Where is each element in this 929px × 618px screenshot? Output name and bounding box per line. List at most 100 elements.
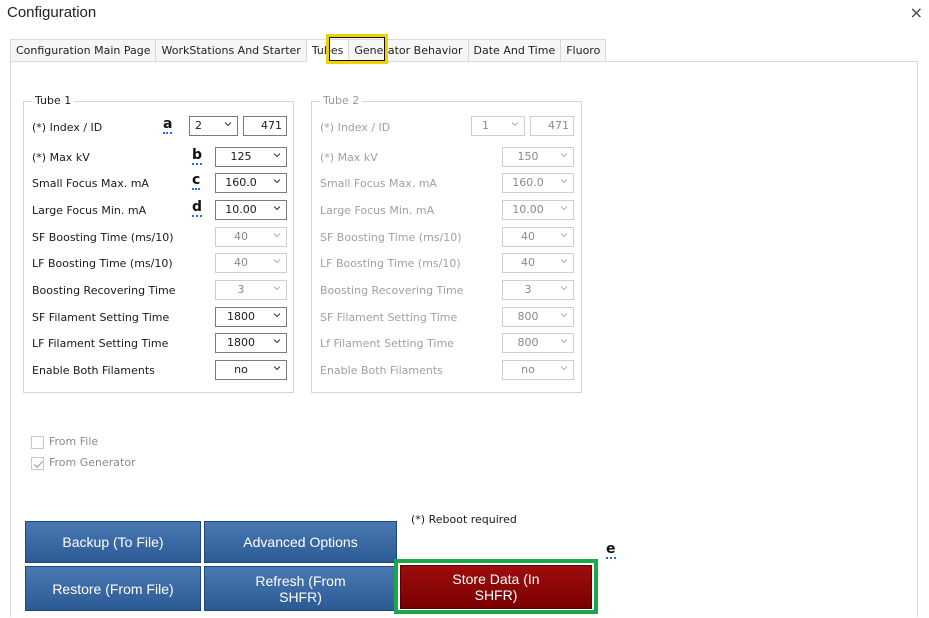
tube1-small-focus-label: Small Focus Max. mA: [32, 177, 149, 190]
tube1-index-select[interactable]: 2: [189, 116, 238, 136]
store-data-in-shfr-button[interactable]: Store Data (In SHFR): [400, 565, 592, 609]
tab-date-and-time[interactable]: Date And Time: [467, 39, 562, 62]
tube1-title: Tube 1: [32, 94, 75, 107]
tube1-sf-boosting-label: SF Boosting Time (ms/10): [32, 231, 174, 244]
chevron-down-icon: [224, 122, 232, 127]
tube1-boosting-recovering-select[interactable]: 3: [215, 280, 287, 300]
tube2-lf-filament-select[interactable]: 800: [502, 333, 574, 353]
tube1-large-focus-value: 10.00: [225, 203, 257, 216]
tube2-sf-filament-select[interactable]: 800: [502, 307, 574, 327]
tube1-enable-both-value: no: [234, 363, 248, 376]
chevron-down-icon: [560, 366, 568, 371]
tube2-enable-both-select[interactable]: no: [502, 360, 574, 380]
chevron-down-icon: [273, 259, 281, 264]
tube2-lf-boosting-select[interactable]: 40: [502, 253, 574, 273]
tube1-lf-filament-value: 1800: [227, 336, 255, 349]
chevron-down-icon: [560, 339, 568, 344]
chevron-down-icon: [273, 366, 281, 371]
marker-a: a: [163, 116, 173, 134]
tube2-sf-boosting-value: 40: [521, 230, 535, 243]
tube1-boosting-recovering-label: Boosting Recovering Time: [32, 284, 176, 297]
tube2-large-focus-label: Large Focus Min. mA: [320, 204, 435, 217]
tube2-small-focus-value: 160.0: [512, 176, 544, 189]
tab-configuration-main-page[interactable]: Configuration Main Page: [10, 39, 157, 62]
tube2-sf-filament-value: 800: [517, 310, 539, 323]
tube1-boosting-recovering-value: 3: [237, 283, 245, 296]
checkmark-icon: [31, 457, 44, 470]
from-generator-checkbox[interactable]: From Generator: [31, 456, 171, 472]
tube2-large-focus-select[interactable]: 10.00: [502, 200, 574, 220]
tube2-sf-boosting-select[interactable]: 40: [502, 227, 574, 247]
from-file-checkbox[interactable]: From File: [31, 435, 151, 451]
tube1-max-kv-label: (*) Max kV: [32, 151, 90, 164]
chevron-down-icon: [273, 206, 281, 211]
marker-d: d: [192, 199, 203, 217]
refresh-from-shfr-button[interactable]: Refresh (From SHFR): [204, 566, 397, 611]
tube1-max-kv-value: 125: [230, 150, 252, 163]
title-bar: Configuration ×: [0, 0, 929, 30]
tube1-sf-boosting-value: 40: [234, 230, 248, 243]
tube2-index-value: 1: [482, 119, 489, 132]
tube2-small-focus-label: Small Focus Max. mA: [320, 177, 437, 190]
chevron-down-icon: [560, 313, 568, 318]
marker-e: e: [606, 541, 616, 559]
tube1-large-focus-label: Large Focus Min. mA: [32, 204, 147, 217]
tube2-small-focus-select[interactable]: 160.0: [502, 173, 574, 193]
restore-from-file-button[interactable]: Restore (From File): [25, 566, 201, 611]
tube2-boosting-recovering-select[interactable]: 3: [502, 280, 574, 300]
tube2-enable-both-value: no: [521, 363, 535, 376]
tube1-lf-boosting-select[interactable]: 40: [215, 253, 287, 273]
reboot-note: (*) Reboot required: [411, 513, 517, 526]
tube1-id-field[interactable]: 471: [243, 116, 287, 136]
marker-b: b: [192, 147, 203, 165]
tube1-small-focus-select[interactable]: 160.0: [215, 173, 287, 193]
tab-fluoro[interactable]: Fluoro: [560, 39, 607, 62]
tab-tubes[interactable]: Tubes: [305, 39, 350, 62]
tab-workstations-and-starter[interactable]: WorkStations And Starter: [155, 39, 307, 62]
tube2-max-kv-label: (*) Max kV: [320, 151, 378, 164]
chevron-down-icon: [560, 286, 568, 291]
tube1-large-focus-select[interactable]: 10.00: [215, 200, 287, 220]
tube2-boosting-recovering-value: 3: [524, 283, 532, 296]
backup-to-file-button[interactable]: Backup (To File): [25, 521, 201, 563]
tube2-boosting-recovering-label: Boosting Recovering Time: [320, 284, 464, 297]
tube2-enable-both-label: Enable Both Filaments: [320, 364, 443, 377]
chevron-down-icon: [560, 153, 568, 158]
chevron-down-icon: [511, 122, 519, 127]
chevron-down-icon: [560, 206, 568, 211]
tube2-index-select[interactable]: 1: [471, 116, 525, 136]
tube2-max-kv-value: 150: [517, 150, 539, 163]
tube1-sf-boosting-select[interactable]: 40: [215, 227, 287, 247]
tube2-id-field[interactable]: 471: [530, 116, 574, 136]
chevron-down-icon: [273, 153, 281, 158]
tube1-small-focus-value: 160.0: [225, 176, 257, 189]
tube2-lf-boosting-label: LF Boosting Time (ms/10): [320, 257, 461, 270]
chevron-down-icon: [560, 259, 568, 264]
tube1-lf-boosting-value: 40: [234, 256, 248, 269]
chevron-down-icon: [273, 233, 281, 238]
tube1-index-value: 2: [195, 119, 202, 132]
tube1-enable-both-select[interactable]: no: [215, 360, 287, 380]
tab-generator-behavior[interactable]: Generator Behavior: [348, 39, 469, 62]
from-file-label: From File: [49, 435, 99, 448]
tab-strip: Configuration Main Page WorkStations And…: [10, 39, 607, 62]
advanced-options-button[interactable]: Advanced Options: [204, 521, 397, 563]
chevron-down-icon: [560, 179, 568, 184]
tube2-lf-filament-value: 800: [517, 336, 539, 349]
tube1-index-label: (*) Index / ID: [32, 121, 103, 134]
tube2-max-kv-select[interactable]: 150: [502, 147, 574, 167]
tube2-sf-boosting-label: SF Boosting Time (ms/10): [320, 231, 462, 244]
chevron-down-icon: [560, 233, 568, 238]
tube1-max-kv-select[interactable]: 125: [215, 147, 287, 167]
checkbox-empty-icon: [31, 436, 44, 449]
tube1-lf-filament-select[interactable]: 1800: [215, 333, 287, 353]
tube2-lf-boosting-value: 40: [521, 256, 535, 269]
tube1-sf-filament-label: SF Filament Setting Time: [32, 311, 170, 324]
tube2-title: Tube 2: [320, 94, 363, 107]
tube1-enable-both-label: Enable Both Filaments: [32, 364, 155, 377]
tube1-sf-filament-value: 1800: [227, 310, 255, 323]
close-icon[interactable]: ×: [910, 3, 923, 22]
chevron-down-icon: [273, 179, 281, 184]
tube1-sf-filament-select[interactable]: 1800: [215, 307, 287, 327]
marker-c: c: [192, 172, 201, 190]
